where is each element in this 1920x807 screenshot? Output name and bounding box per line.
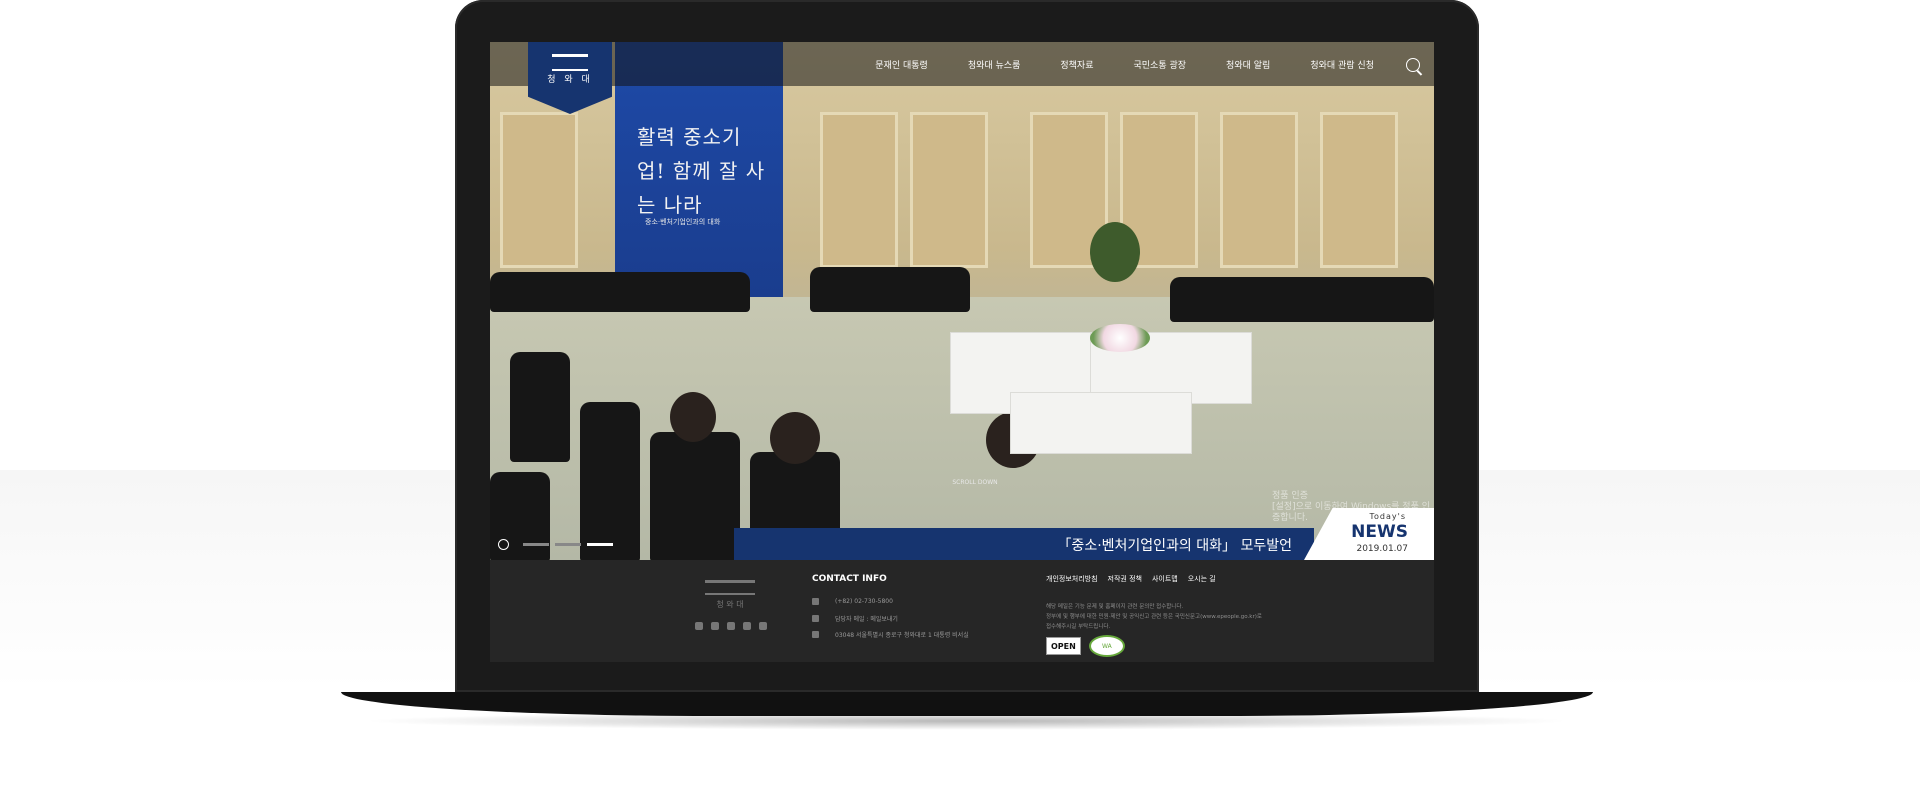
location-icon [812,631,819,638]
background-shade-right [1479,470,1920,690]
slide-dot[interactable] [523,543,549,546]
blue-house-emblem [552,54,588,71]
contact-address: 03048 서울특별시 종로구 청와대로 1 대통령 비서실 [812,630,969,639]
scroll-down-hint[interactable]: SCROLL DOWN [940,479,1010,486]
web-accessibility-badge[interactable]: WA [1088,635,1125,657]
seated-row [810,267,970,312]
slide-pager [498,539,619,550]
display-table [1010,392,1192,454]
seated-person [510,352,570,462]
search-icon[interactable] [1406,58,1420,72]
footer-notes: 해당 메일은 기능 문제 및 홈페이지 관련 문의만 접수합니다. 정부에 및 … [1046,602,1306,632]
link-privacy[interactable]: 개인정보처리방침 [1046,574,1098,584]
banner-calligraphy: 활력 중소기업! 함께 잘 사는 나라 [637,125,766,217]
link-copyright[interactable]: 저작권 정책 [1108,574,1142,584]
news-date: 2019.01.07 [1356,544,1408,554]
laptop-shadow [360,712,1574,730]
wall-panel [910,112,988,268]
head [770,412,820,464]
footer-note: 정부에 및 행부에 대한 민원·제안 및 공익신고 관련 등은 국민신문고(ww… [1046,614,1262,620]
hero-slide: 활력 중소기업! 함께 잘 사는 나라 중소·벤처기업인과의 대화 청 와 대 … [490,42,1434,560]
nav-item-plaza[interactable]: 국민소통 광장 [1134,58,1187,71]
footer-badges: OPEN WA [1046,635,1125,657]
open-license-badge[interactable]: OPEN [1046,637,1081,655]
today-label: Today's [1369,512,1406,521]
main-nav: 문재인 대통령 청와대 뉴스룸 정책자료 국민소통 광장 청와대 알림 청와대 … [835,42,1374,86]
contact-phone: (+82) 02-730-5800 [812,598,893,605]
footer-logo: 청 와 대 [700,580,760,610]
footer-logo-text: 청 와 대 [716,600,744,609]
wall-panel [1220,112,1298,268]
facebook-icon[interactable] [695,622,703,630]
site-footer: 청 와 대 CONTACT INFO (+82) 02-730-5800 담당자… [490,560,1434,662]
seated-person [650,432,740,560]
news-headline-bar[interactable]: 「중소·벤처기업인과의 대화」 모두발언 [734,528,1314,560]
nav-item-president[interactable]: 문재인 대통령 [875,58,928,71]
youtube-icon[interactable] [759,622,767,630]
wall-panel [1320,112,1398,268]
seated-person [580,402,640,560]
background-shade-left [0,470,455,690]
nav-item-policy[interactable]: 정책자료 [1060,58,1093,71]
instagram-icon[interactable] [743,622,751,630]
flower-arrangement [1090,324,1150,352]
laptop-screen: 활력 중소기업! 함께 잘 사는 나라 중소·벤처기업인과의 대화 청 와 대 … [490,42,1434,662]
nav-item-tour[interactable]: 청와대 관람 신청 [1310,58,1374,71]
footer-links: 개인정보처리방침 저작권 정책 사이트맵 오시는 길 [1046,574,1226,584]
link-sitemap[interactable]: 사이트맵 [1152,574,1178,584]
news-headline[interactable]: 「중소·벤처기업인과의 대화」 모두발언 [1057,535,1292,555]
pause-icon[interactable] [498,539,509,550]
slide-dot-active[interactable] [587,543,613,546]
social-links [695,622,775,630]
head [670,392,716,442]
watermark-line-1: 정품 인증 [1272,491,1308,501]
mail-icon [812,615,819,622]
blue-house-emblem [705,580,755,595]
footer-note: 접수해주시길 부탁드립니다. [1046,624,1111,630]
nav-item-notice[interactable]: 청와대 알림 [1226,58,1270,71]
wall-panel [500,112,578,268]
plant [1090,222,1140,282]
news-label: NEWS [1351,522,1408,542]
footer-note: 해당 메일은 기능 문제 및 홈페이지 관련 문의만 접수합니다. [1046,604,1184,610]
blog-icon[interactable] [711,622,719,630]
twitter-icon[interactable] [727,622,735,630]
seated-row [490,272,750,312]
address-text: 03048 서울특별시 종로구 청와대로 1 대통령 비서실 [835,632,969,639]
phone-number: (+82) 02-730-5800 [835,598,893,605]
phone-icon [812,598,819,605]
nav-item-newsroom[interactable]: 청와대 뉴스룸 [968,58,1021,71]
slide-dot[interactable] [555,543,581,546]
site-logo[interactable]: 청 와 대 [528,42,612,114]
logo-label: 청 와 대 [547,75,593,85]
contact-email: 담당자 메일 : 메일보내기 [812,614,898,623]
contact-title: CONTACT INFO [812,574,887,584]
email-link[interactable]: 담당자 메일 : 메일보내기 [835,614,898,623]
wall-panel [820,112,898,268]
seated-row [1170,277,1434,322]
banner-subtitle: 중소·벤처기업인과의 대화 [645,218,721,226]
link-directions[interactable]: 오시는 길 [1188,574,1216,584]
